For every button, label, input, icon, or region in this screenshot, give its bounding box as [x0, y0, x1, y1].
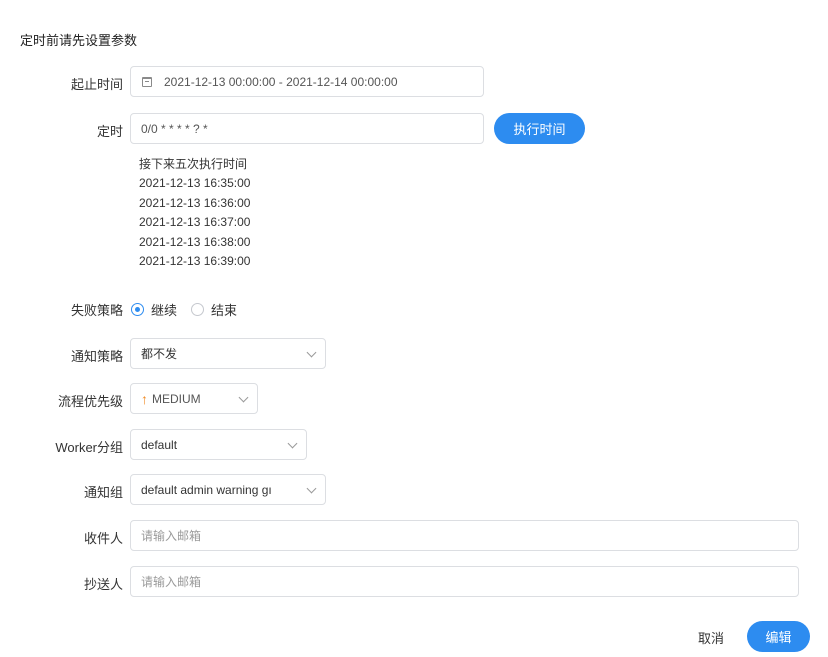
- cc-input[interactable]: 请输入邮箱: [130, 566, 799, 597]
- priority-select[interactable]: ↑ MEDIUM: [130, 383, 258, 414]
- next-run-time: 2021-12-13 16:35:00: [139, 176, 251, 191]
- notify-group-select[interactable]: default admin warning gı: [130, 474, 326, 505]
- date-range-picker[interactable]: 2021-12-13 00:00:00 - 2021-12-14 00:00:0…: [130, 66, 484, 97]
- chevron-down-icon: [306, 347, 317, 358]
- cron-input[interactable]: 0/0 * * * * ? *: [130, 113, 484, 144]
- date-range-value: 2021-12-13 00:00:00 - 2021-12-14 00:00:0…: [164, 74, 398, 89]
- receivers-placeholder: 请输入邮箱: [141, 529, 202, 543]
- radio-checked-icon: [131, 303, 144, 316]
- failure-strategy-label: 失败策略: [70, 303, 123, 318]
- radio-continue[interactable]: 继续: [131, 300, 177, 319]
- priority-label: 流程优先级: [57, 394, 123, 409]
- next-runs-panel: 接下来五次执行时间 2021-12-13 16:35:00 2021-12-13…: [139, 155, 250, 271]
- notify-strategy-select[interactable]: 都不发: [130, 338, 326, 369]
- radio-unchecked-icon: [191, 303, 205, 316]
- receivers-label: 收件人: [83, 531, 123, 546]
- next-run-time: 2021-12-13 16:37:00: [139, 215, 251, 230]
- cancel-button[interactable]: 取消: [698, 628, 724, 647]
- chevron-down-icon: [238, 392, 249, 403]
- radio-end[interactable]: 结束: [191, 300, 237, 319]
- worker-group-value: default: [141, 437, 178, 452]
- edit-button[interactable]: 编辑: [747, 621, 810, 652]
- worker-group-select[interactable]: default: [130, 429, 307, 460]
- notify-group-label: 通知组: [83, 485, 123, 500]
- chevron-down-icon: [287, 438, 298, 449]
- cc-label: 抄送人: [83, 577, 123, 592]
- notify-strategy-value: 都不发: [141, 347, 178, 361]
- dialog-title: 定时前请先设置参数: [20, 33, 138, 48]
- radio-continue-label: 继续: [151, 303, 178, 318]
- next-runs-heading: 接下来五次执行时间: [139, 157, 248, 171]
- cc-placeholder: 请输入邮箱: [141, 575, 202, 589]
- next-run-time: 2021-12-13 16:36:00: [139, 195, 251, 210]
- range-label: 起止时间: [70, 77, 123, 92]
- chevron-down-icon: [306, 483, 317, 494]
- calendar-icon: [142, 76, 152, 87]
- exec-time-button[interactable]: 执行时间: [494, 113, 585, 144]
- notify-group-value: default admin warning gı: [141, 482, 272, 497]
- arrow-up-icon: ↑: [141, 390, 148, 407]
- failure-strategy-radios: 继续 结束: [131, 300, 251, 319]
- cron-value: 0/0 * * * * ? *: [141, 121, 208, 136]
- cron-label: 定时: [96, 124, 123, 139]
- next-run-time: 2021-12-13 16:38:00: [139, 234, 251, 249]
- radio-end-label: 结束: [211, 303, 238, 318]
- notify-strategy-label: 通知策略: [70, 349, 123, 364]
- worker-group-label: Worker分组: [55, 440, 123, 455]
- priority-value: MEDIUM: [152, 391, 201, 406]
- receivers-input[interactable]: 请输入邮箱: [130, 520, 799, 551]
- next-run-time: 2021-12-13 16:39:00: [139, 254, 251, 269]
